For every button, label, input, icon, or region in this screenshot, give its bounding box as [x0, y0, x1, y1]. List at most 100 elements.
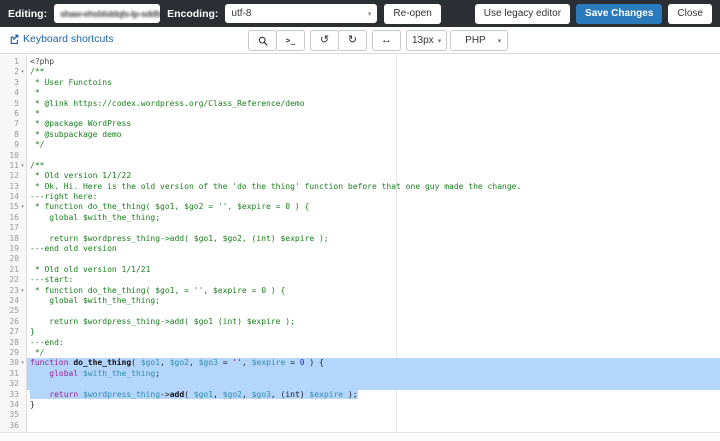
line-number: 14: [9, 192, 19, 202]
line-number: 15 ▾: [9, 202, 26, 212]
line-number: 26: [9, 316, 19, 326]
line-number: 36: [9, 420, 19, 430]
code-line: 26 return $wordpress_thing->add( $go1 (i…: [0, 317, 720, 327]
line-number: 27: [9, 327, 19, 337]
line-number: 34: [9, 399, 19, 409]
code-line: 24 global $with_the_thing;: [0, 296, 720, 306]
code-line: 34}: [0, 400, 720, 410]
code-line: 11 ▾/**: [0, 161, 720, 171]
line-number: 12: [9, 171, 19, 181]
line-number: 22: [9, 275, 19, 285]
line-number: 4: [14, 88, 19, 98]
code-line: 6 *: [0, 109, 720, 119]
code-line: 3 * User Functoins: [0, 78, 720, 88]
keyboard-shortcuts-link[interactable]: Keyboard shortcuts: [9, 33, 113, 45]
header-right-actions: Use legacy editor Save Changes Close: [474, 3, 712, 24]
line-number: 17: [9, 223, 19, 233]
line-number: 33: [9, 389, 19, 399]
code-line: 10: [0, 151, 720, 161]
console-button[interactable]: >_: [276, 30, 305, 51]
toggle-fullwidth-button[interactable]: ↔: [372, 30, 401, 51]
syntax-mode-select[interactable]: PHP ▾: [450, 30, 509, 51]
code-line: 2 ▾/**: [0, 67, 720, 77]
line-number: 2 ▾: [14, 67, 26, 77]
line-number: 3: [14, 77, 19, 87]
line-number: 19: [9, 244, 19, 254]
fold-arrow-icon[interactable]: ▾: [19, 202, 26, 212]
encoding-select[interactable]: utf-8 ▾: [225, 4, 378, 23]
editor-toolbar: Keyboard shortcuts >_ ↺ ↻ ↔ 13px ▾ PHP ▾: [0, 27, 720, 54]
undo-button[interactable]: ↺: [310, 30, 339, 51]
code-line: 27}: [0, 327, 720, 337]
chevron-down-icon: ▾: [437, 37, 442, 45]
line-number: 9: [14, 140, 19, 150]
line-number: 28: [9, 337, 19, 347]
redo-button[interactable]: ↻: [338, 30, 367, 51]
code-line: 14 ---right here:: [0, 192, 720, 202]
fold-arrow-icon[interactable]: ▾: [19, 161, 26, 171]
code-line: 22 ---start:: [0, 275, 720, 285]
code-line: 5 * @link https://codex.wordpress.org/Cl…: [0, 99, 720, 109]
line-number: 6: [14, 108, 19, 118]
code-line: 29 */: [0, 348, 720, 358]
fold-arrow-icon[interactable]: ▾: [19, 67, 26, 77]
reopen-button[interactable]: Re-open: [384, 3, 441, 24]
code-line: 8 * @subpackage demo: [0, 130, 720, 140]
line-number: 29: [9, 347, 19, 357]
code-line: 4 *: [0, 88, 720, 98]
editing-path-input[interactable]: shaw-ehsblsldqls-lp-sddls_b: [54, 4, 161, 23]
editing-path-value-redacted: shaw-ehsblsldqls-lp-sddls_b: [60, 8, 160, 19]
search-button[interactable]: [248, 30, 277, 51]
code-line: 21 * Old old version 1/1/21: [0, 265, 720, 275]
chevron-down-icon: ▾: [497, 37, 502, 45]
code-line: 28 ---end:: [0, 338, 720, 348]
code-line: 12 * Old version 1/1/22: [0, 171, 720, 181]
code-line: 20: [0, 254, 720, 264]
use-legacy-editor-button[interactable]: Use legacy editor: [474, 3, 571, 24]
code-line: 17: [0, 223, 720, 233]
code-line: 23 ▾ * function do_the_thing( $go1, = '',…: [0, 286, 720, 296]
search-icon: [258, 36, 268, 46]
fold-arrow-icon[interactable]: ▾: [19, 286, 26, 296]
code-line: 33 return $wordpress_thing->add( $go1, $…: [0, 389, 720, 400]
line-number: 1: [14, 57, 19, 66]
code-line: 25: [0, 306, 720, 316]
code-lines[interactable]: 1 <?php 2 ▾/** 3 * User Functoins 4 * 5 * @lin…: [0, 57, 720, 431]
line-number: 23 ▾: [9, 285, 26, 296]
line-number: 31: [9, 368, 19, 378]
line-number: 7: [14, 119, 19, 129]
code-line: 15 ▾ * function do_the_thing( $go1, $go2 …: [0, 202, 720, 212]
syntax-mode-value: PHP: [465, 35, 486, 46]
line-number: 21: [9, 264, 19, 274]
line-number: 32: [9, 379, 19, 389]
undo-icon: ↺: [319, 34, 330, 46]
save-changes-button[interactable]: Save Changes: [576, 3, 663, 24]
code-line: 19 ---end old version: [0, 244, 720, 254]
line-number: 10: [9, 150, 19, 160]
line-number: 8: [14, 129, 19, 139]
font-size-select[interactable]: 13px ▾: [406, 30, 448, 51]
external-link-icon: [10, 34, 19, 44]
editing-label: Editing:: [8, 7, 48, 20]
font-size-value: 13px: [412, 35, 434, 46]
code-line: 36: [0, 421, 720, 431]
fold-arrow-icon[interactable]: ▾: [19, 358, 26, 368]
line-number: 30 ▾: [9, 358, 26, 368]
code-line: 16 global $with_the_thing;: [0, 213, 720, 223]
code-line: 31 global $with_the_thing;: [0, 368, 720, 380]
line-number: 35: [9, 410, 19, 420]
code-line: 18 return $wordpress_thing->add( $go1, $…: [0, 234, 720, 244]
code-editor[interactable]: 1 <?php 2 ▾/** 3 * User Functoins 4 * 5 * @lin…: [0, 55, 720, 441]
chevron-down-icon: ▾: [367, 10, 372, 18]
horizontal-scrollbar-track[interactable]: [0, 432, 720, 441]
code-line: 13 * Ok. Hi. Here is the old version of …: [0, 182, 720, 192]
code-line: 35: [0, 410, 720, 420]
close-button[interactable]: Close: [668, 3, 712, 24]
code-line: 1 <?php: [0, 57, 720, 67]
encoding-label: Encoding:: [167, 7, 219, 20]
line-number: 16: [9, 212, 19, 222]
line-number: 25: [9, 306, 19, 316]
encoding-selected-value: utf-8: [231, 8, 252, 19]
line-number: 11 ▾: [9, 160, 26, 171]
code-line: 30 ▾ function do_the_thing( $go1, $go2, $g…: [0, 358, 720, 369]
